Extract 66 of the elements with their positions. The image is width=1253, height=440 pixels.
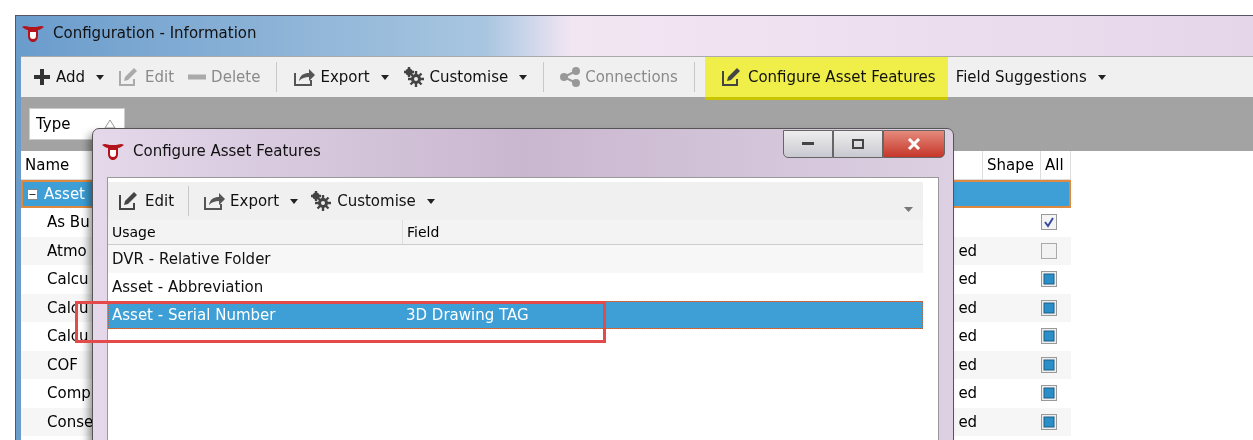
table-cell-text: Conse (46, 412, 95, 431)
app-logo-icon (21, 24, 45, 42)
toolbar-button[interactable]: Field Suggestions (949, 60, 1112, 94)
checkbox[interactable] (1041, 242, 1058, 259)
close-button[interactable] (883, 130, 945, 158)
table-cell-text: Asset - Abbreviation (111, 278, 265, 296)
close-icon (907, 138, 921, 150)
table-cell: ed (958, 327, 978, 346)
table-cell-text: DVR - Relative Folder (111, 250, 272, 268)
checkbox[interactable] (1041, 214, 1058, 231)
toolbar-button[interactable]: Edit (112, 184, 181, 218)
toolbar-button[interactable]: Customise (304, 184, 441, 218)
export-icon (293, 67, 316, 87)
gears-icon (402, 67, 425, 87)
table-row[interactable]: Asset - Abbreviation (108, 273, 923, 301)
table-cell: ed (958, 412, 978, 431)
export-icon (203, 191, 226, 211)
window-title: Configuration - Information (53, 24, 257, 42)
table-cell-text: 3D Drawing TAG (405, 306, 529, 324)
checkbox[interactable] (1041, 271, 1058, 288)
toolbar-button[interactable]: Add (27, 60, 111, 94)
minimize-icon (802, 142, 814, 146)
caret-icon (1097, 74, 1106, 80)
table-cell-text: Atmo (46, 241, 88, 260)
table-cell: ed (958, 298, 978, 317)
pencil-icon (720, 67, 743, 87)
share-icon (560, 67, 581, 87)
pencil-icon (118, 191, 140, 211)
checkbox[interactable] (1041, 385, 1058, 402)
maximize-button[interactable] (833, 130, 883, 158)
table-cell-text: Calcu (46, 270, 90, 289)
table-cell-text: Comp (46, 384, 92, 403)
table-row[interactable]: DVR - Relative Folder (108, 245, 923, 273)
caret-icon (290, 198, 299, 204)
collapse-icon[interactable] (27, 188, 38, 200)
toolbar-button[interactable]: Export (287, 60, 395, 94)
toolbar-button[interactable]: Export (197, 184, 305, 218)
table-cell: ed (958, 270, 978, 289)
table-cell-text: Asset - Serial Number (111, 306, 277, 324)
checkbox[interactable] (1041, 299, 1058, 316)
caret-icon (380, 74, 389, 80)
checkbox[interactable] (1041, 328, 1058, 345)
gears-icon (310, 191, 333, 211)
column-header[interactable]: Usage (108, 220, 403, 244)
minus-icon (188, 74, 207, 80)
caret-icon (96, 74, 105, 80)
caret-icon (426, 198, 435, 204)
highlighted-toolbar-button[interactable]: Configure Asset Features (704, 57, 948, 97)
table-cell: ed (958, 241, 978, 260)
table-cell-text: As Bu (46, 213, 91, 232)
caret-icon (519, 74, 528, 80)
dialog-title: Configure Asset Features (133, 142, 321, 160)
table-cell: ed (958, 355, 978, 374)
checkbox[interactable] (1041, 413, 1058, 430)
app-logo-icon (101, 142, 125, 160)
maximize-icon (852, 139, 864, 149)
column-header[interactable]: Field (403, 220, 440, 244)
toolbar-button[interactable]: Customise (396, 60, 534, 94)
checkbox[interactable] (1041, 356, 1058, 373)
sort-arrow-icon (104, 119, 116, 129)
table-cell: ed (958, 384, 978, 403)
minimize-button[interactable] (783, 130, 833, 158)
plus-icon (33, 68, 51, 86)
column-header[interactable]: All (1041, 151, 1071, 179)
column-header[interactable]: Shape (983, 151, 1041, 179)
table-cell-text: COF (46, 355, 79, 374)
